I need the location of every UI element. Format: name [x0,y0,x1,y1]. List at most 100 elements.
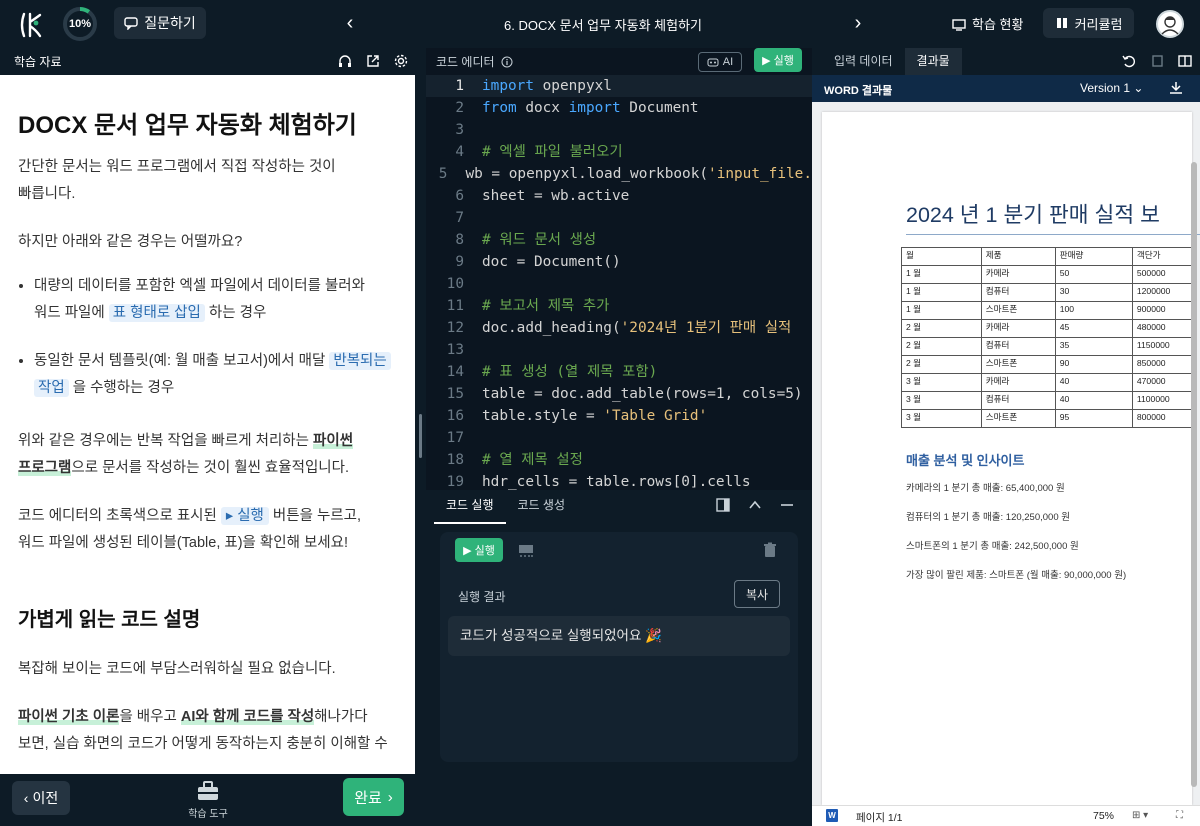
code-line[interactable]: 9 doc = Document() [426,251,812,273]
code-area[interactable]: 1 import openpyxl 2 from docx import Docume… [426,75,812,490]
zoom-dropdown-icon[interactable]: ⊞ ▾ [1132,810,1148,821]
table-cell: 제품 [980,247,1056,266]
table-cell: 컴퓨터 [980,391,1056,410]
code-line[interactable]: 10 [426,273,812,295]
code-line[interactable]: 3 [426,119,812,141]
tab-code-generate[interactable]: 코드 생성 [506,490,578,524]
progress-label: 10% [68,18,92,30]
code-text: doc.add_heading('2024년 1분기 판매 실적 [482,320,792,336]
code-line[interactable]: 13 [426,339,812,361]
learning-status-label: 학습 현황 [972,17,1024,32]
trash-icon[interactable] [762,542,778,558]
console-run-button[interactable]: ▶ 실행 [455,538,503,562]
headphones-icon[interactable] [337,53,353,69]
version-select[interactable]: Version 1 ⌄ [1080,81,1143,95]
table-cell: 470000 [1131,373,1193,392]
table-cell: 3 월 [901,409,982,428]
document-page: 2024 년 1 분기 판매 실적 보 월 제품 판매량 객단가 1 월 카메라 50 500… [822,112,1200,805]
table-row: 2 월 카메라 45 480000 [901,319,1193,338]
run-button[interactable]: ▶ 실행 [754,48,802,72]
table-cell: 스마트폰 [980,301,1056,320]
paragraph: 위와 같은 경우에는 반복 작업을 빠르게 처리하는 파이썬 프로그램으로 문서를… [18,428,397,482]
user-avatar[interactable] [1156,10,1184,38]
table-cell: 카메라 [980,373,1056,392]
prev-label: 이전 [32,790,59,806]
tab-code-run[interactable]: 코드 실행 [434,490,506,524]
fit-screen-icon[interactable]: ⛶ [1176,810,1183,821]
splitter-handle[interactable] [419,414,422,458]
ask-question-button[interactable]: 질문하기 [114,7,206,39]
columns-icon[interactable] [1178,54,1192,68]
chevron-up-icon[interactable] [748,498,762,512]
code-line[interactable]: 14 # 표 생성 (열 제목 포함) [426,361,812,383]
next-lesson-arrow[interactable]: › [848,12,868,36]
prev-button[interactable]: ‹ 이전 [12,781,70,815]
gear-icon[interactable] [393,53,409,69]
panel-splitter[interactable] [415,48,426,826]
code-line[interactable]: 17 [426,427,812,449]
external-link-icon[interactable] [365,53,381,69]
curriculum-button[interactable]: 커리큘럼 [1043,8,1134,38]
prev-lesson-arrow[interactable]: ‹ [340,12,360,36]
code-line[interactable]: 5 wb = openpyxl.load_workbook('input_file… [426,163,812,185]
table-cell: 객단가 [1131,247,1193,266]
code-line[interactable]: 6 sheet = wb.active [426,185,812,207]
play-icon: ▶ [762,54,771,67]
code-line[interactable]: 7 [426,207,812,229]
text: 대량의 데이터를 포함한 엑셀 파일에서 데이터를 불러와 [34,278,365,294]
run-output: 코드가 성공적으로 실행되었어요 🎉 [448,616,790,656]
insight-line: 카메라의 1 분기 총 매출: 65,400,000 원 [906,483,1065,494]
zoom-level[interactable]: 75% [1093,810,1114,822]
complete-button[interactable]: 완료 › [343,778,404,816]
document-canvas[interactable]: 2024 년 1 분기 판매 실적 보 월 제품 판매량 객단가 1 월 카메라 50 500… [812,102,1200,805]
table-cell: 3 월 [901,373,982,392]
code-line[interactable]: 2 from docx import Document [426,97,812,119]
code-text: # 보고서 제목 추가 [482,298,610,314]
terminal-icon[interactable] [518,542,534,558]
paragraph: 파이썬 기초 이론을 배우고 AI와 함께 코드를 작성해나가다 보면, 실습 화… [18,704,397,758]
page-indicator: 페이지 1/1 [856,812,903,824]
sales-table: 월 제품 판매량 객단가 1 월 카메라 50 500000 1 월 컴퓨터 30 1200000 1 … [901,247,1193,428]
text: 위와 같은 경우에는 반복 작업을 빠르게 처리하는 [18,433,309,449]
avatar-icon [1161,16,1179,35]
code-line[interactable]: 4 # 엑셀 파일 불러오기 [426,141,812,163]
code-line[interactable]: 19 hdr_cells = table.rows[0].cells [426,471,812,490]
code-line[interactable]: 8 # 워드 문서 생성 [426,229,812,251]
table-cell: 1 월 [901,283,982,302]
table-cell: 95 [1054,409,1133,428]
download-icon[interactable] [1168,80,1184,96]
code-line[interactable]: 12 doc.add_heading('2024년 1분기 판매 실적 [426,317,812,339]
table-cell: 카메라 [980,319,1056,338]
code-line[interactable]: 16 table.style = 'Table Grid' [426,405,812,427]
learning-tools-button[interactable]: 학습 도구 [182,780,234,820]
chevron-right-icon: › [854,12,862,34]
learning-status-button[interactable]: 학습 현황 [952,14,1023,33]
vertical-scrollbar[interactable] [1191,162,1197,787]
code-text: hdr_cells = table.rows[0].cells [482,474,751,490]
copy-icon[interactable] [1150,54,1164,68]
code-line[interactable]: 1 import openpyxl [426,75,812,97]
info-icon[interactable] [501,56,513,68]
code-line[interactable]: 15 table = doc.add_table(rows=1, cols=5) [426,383,812,405]
insight-line: 가장 많이 팔린 제품: 스마트폰 (월 매출: 90,000,000 원) [906,570,1127,581]
app-logo-icon[interactable] [16,10,46,40]
split-view-icon[interactable] [716,498,730,512]
text: 버튼을 누르고, [272,508,362,524]
code-line[interactable]: 18 # 열 제목 설정 [426,449,812,471]
word-result-bar: WORD 결과물 Version 1 ⌄ [812,75,1200,102]
copy-button[interactable]: 복사 [734,580,780,608]
ai-button[interactable]: AI [698,52,742,72]
code-line[interactable]: 11 # 보고서 제목 추가 [426,295,812,317]
table-row: 3 월 스마트폰 95 800000 [901,409,1193,428]
result-panel: 입력 데이터 결과물 WORD 결과물 Version 1 ⌄ 2024 년 1… [812,48,1200,826]
table-row: 1 월 컴퓨터 30 1200000 [901,283,1193,302]
table-cell: 3 월 [901,391,982,410]
tab-output[interactable]: 결과물 [904,48,962,75]
minimize-icon[interactable] [780,498,794,512]
chevron-right-icon: › [387,788,393,806]
tab-input-data[interactable]: 입력 데이터 [822,48,905,75]
undo-icon[interactable] [1122,54,1136,68]
console-tabs: 코드 실행 코드 생성 [426,490,812,524]
list-item: 대량의 데이터를 포함한 엑셀 파일에서 데이터를 불러와워드 파일에 표 형태… [34,273,397,327]
